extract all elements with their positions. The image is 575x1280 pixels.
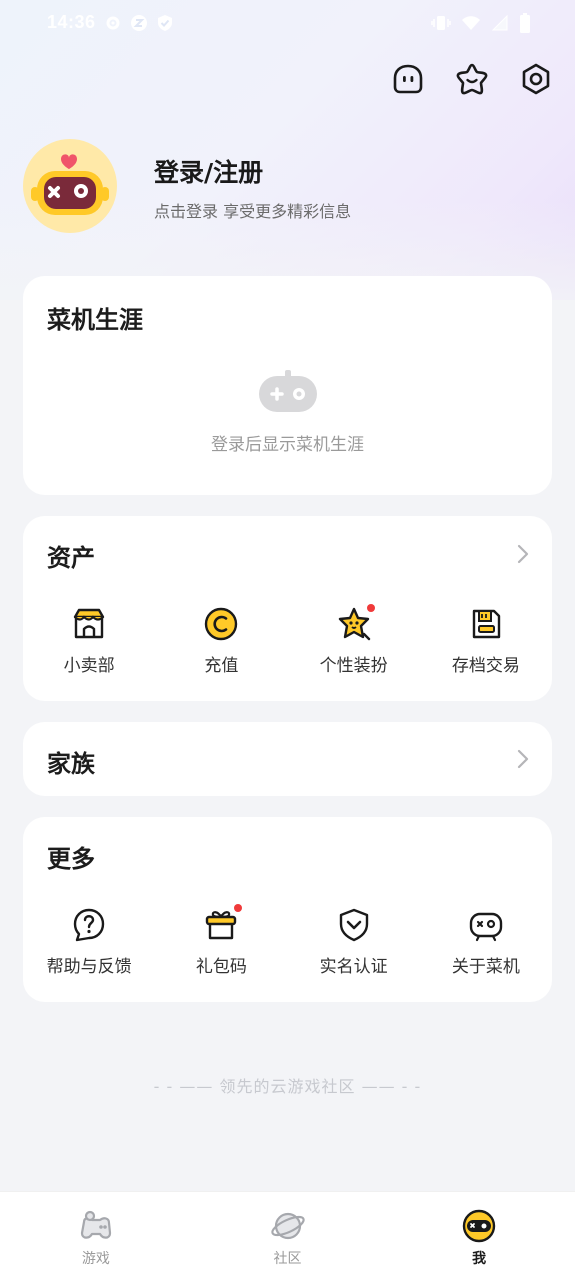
new-badge [366, 604, 375, 612]
shop-entry[interactable]: 小卖部 [23, 606, 155, 676]
save-trade-entry[interactable]: 存档交易 [420, 606, 552, 676]
shield-check-icon [336, 907, 372, 943]
game-tab-icon [78, 1208, 114, 1244]
more-title: 更多 [47, 845, 95, 873]
tab-games[interactable]: 游戏 [0, 1192, 192, 1280]
favorite-star-icon[interactable] [455, 62, 489, 96]
assets-card[interactable]: 资产 小卖部 充值 个性装扮 存档交易 [23, 516, 552, 701]
tab-community[interactable]: 社区 [192, 1192, 384, 1280]
bottom-tab-bar: 游戏 社区 我 [0, 1191, 575, 1280]
recharge-label: 充值 [204, 656, 239, 676]
status-time: 14:36 [47, 12, 96, 32]
chevron-right-icon[interactable] [516, 748, 530, 770]
shield-status-icon [156, 14, 174, 32]
gamepad-face-icon [468, 907, 504, 943]
settings-status-icon [104, 14, 122, 32]
gamepad-placeholder-icon [258, 370, 318, 418]
new-badge [234, 904, 243, 912]
help-feedback-entry[interactable]: 帮助与反馈 [23, 907, 155, 977]
tab-me-label: 我 [472, 1251, 487, 1267]
gift-icon [203, 904, 243, 943]
signal-status-icon [491, 14, 509, 36]
help-icon [71, 907, 107, 943]
about-entry[interactable]: 关于菜机 [420, 907, 552, 977]
dressup-entry[interactable]: 个性装扮 [288, 604, 420, 676]
realname-label: 实名认证 [319, 957, 388, 977]
tab-community-label: 社区 [273, 1251, 302, 1267]
slogan-dash-left: - - —— [153, 1077, 220, 1096]
shop-label: 小卖部 [63, 656, 115, 676]
gift-code-label: 礼包码 [195, 957, 247, 977]
career-title: 菜机生涯 [47, 306, 143, 334]
assets-title: 资产 [47, 544, 95, 572]
dressup-label: 个性装扮 [319, 656, 388, 676]
tab-me[interactable]: 我 [383, 1192, 575, 1280]
family-title: 家族 [47, 750, 95, 778]
career-empty-text: 登录后显示菜机生涯 [211, 435, 364, 455]
slogan: - - —— 领先的云游戏社区 —— - - [0, 1073, 575, 1097]
battery-status-icon [519, 13, 531, 37]
login-register-title[interactable]: 登录/注册 [154, 153, 263, 189]
chevron-right-icon[interactable] [516, 543, 530, 565]
save-file-icon [468, 606, 504, 642]
help-feedback-label: 帮助与反馈 [46, 957, 132, 977]
planet-tab-icon [270, 1208, 306, 1244]
star-dressup-icon [336, 604, 375, 642]
me-tab-icon [461, 1208, 497, 1244]
vibrate-status-icon [431, 14, 451, 36]
coin-icon [203, 606, 239, 642]
login-subtitle[interactable]: 点击登录 享受更多精彩信息 [154, 198, 351, 222]
slogan-text: 领先的云游戏社区 [219, 1077, 356, 1096]
wifi-status-icon [461, 14, 481, 36]
top-actions [391, 62, 553, 96]
status-bar: 14:36 [0, 0, 575, 48]
save-trade-label: 存档交易 [451, 656, 520, 676]
slogan-dash-right: —— - - [355, 1077, 422, 1096]
more-card: 更多 帮助与反馈 礼包码 实名认证 关于菜机 [23, 817, 552, 1002]
recharge-entry[interactable]: 充值 [155, 606, 287, 676]
message-icon[interactable] [391, 62, 425, 96]
app-status-icon [130, 14, 148, 32]
tab-games-label: 游戏 [81, 1251, 110, 1267]
shop-icon [71, 606, 107, 642]
gift-code-entry[interactable]: 礼包码 [155, 904, 287, 977]
realname-entry[interactable]: 实名认证 [288, 907, 420, 977]
about-label: 关于菜机 [451, 957, 520, 977]
avatar[interactable] [23, 139, 117, 233]
settings-icon[interactable] [519, 62, 553, 96]
family-card[interactable]: 家族 [23, 722, 552, 796]
